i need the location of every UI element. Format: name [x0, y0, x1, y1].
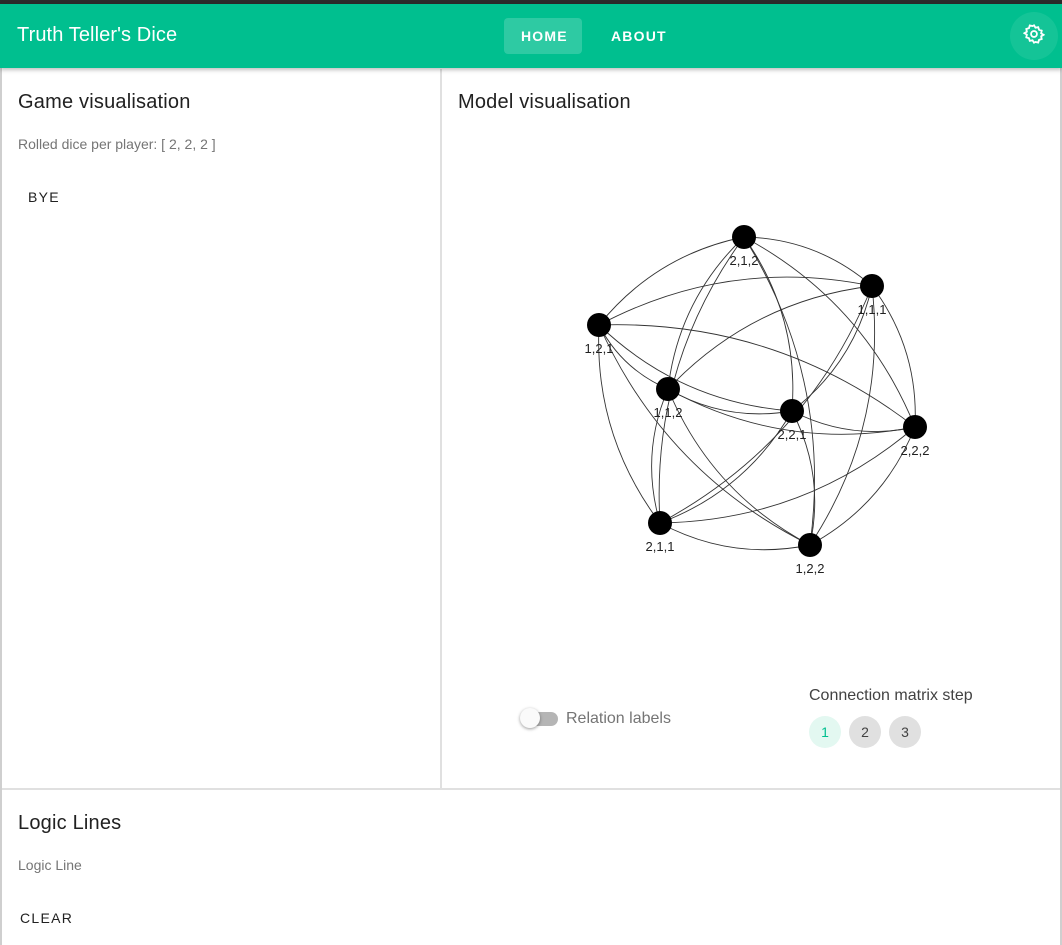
toggle-knob[interactable] — [520, 708, 540, 728]
graph-node[interactable] — [780, 399, 804, 423]
graph-edge — [659, 522, 811, 551]
graph-node[interactable] — [903, 415, 927, 439]
app-bar: Truth Teller's Dice HOME ABOUT — [0, 4, 1062, 68]
graph-edge — [743, 236, 873, 287]
graph-node[interactable] — [648, 511, 672, 535]
logic-panel-title: Logic Lines — [18, 812, 122, 834]
relation-labels-toggle[interactable]: Relation labels — [520, 708, 680, 730]
relation-labels-label: Relation labels — [566, 710, 671, 727]
nav-about-button[interactable]: ABOUT — [594, 18, 684, 54]
graph-edge — [667, 388, 793, 415]
graph-node-label: 1,2,2 — [796, 561, 825, 576]
graph-edge — [659, 285, 873, 524]
graph-node-label: 1,2,1 — [585, 341, 614, 356]
graph-node-label: 1,1,1 — [858, 302, 887, 317]
graph-node[interactable] — [732, 225, 756, 249]
matrix-step-2-chip[interactable]: 2 — [849, 716, 881, 748]
graph-edge — [667, 285, 873, 390]
graph-edge — [598, 236, 745, 326]
graph-edge — [743, 236, 815, 546]
connection-matrix-label: Connection matrix step — [809, 687, 973, 704]
graph-node[interactable] — [587, 313, 611, 337]
graph-node-label: 2,1,2 — [730, 253, 759, 268]
graph-node[interactable] — [656, 377, 680, 401]
clear-button[interactable]: CLEAR — [10, 902, 83, 934]
graph-node-label: 2,2,1 — [778, 427, 807, 442]
graph-node-label: 2,1,1 — [646, 539, 675, 554]
graph-node-label: 1,1,2 — [654, 405, 683, 420]
graph-node[interactable] — [798, 533, 822, 557]
settings-button[interactable] — [1010, 12, 1058, 60]
graph-edge — [598, 324, 793, 412]
logic-line-text: Logic Line — [18, 857, 82, 873]
logic-panel: Logic Lines Logic Line CLEAR — [2, 790, 1060, 945]
matrix-step-3-chip[interactable]: 3 — [889, 716, 921, 748]
gear-icon — [1022, 23, 1046, 50]
nav-home-button[interactable]: HOME — [504, 18, 582, 54]
graph-node-label: 2,2,2 — [901, 443, 930, 458]
graph-node[interactable] — [860, 274, 884, 298]
graph-edge — [743, 236, 916, 428]
matrix-step-1-chip[interactable]: 1 — [809, 716, 841, 748]
graph-edge — [809, 285, 876, 546]
app-title: Truth Teller's Dice — [17, 24, 178, 46]
graph-edge — [598, 324, 916, 428]
graph-edge — [809, 426, 916, 546]
